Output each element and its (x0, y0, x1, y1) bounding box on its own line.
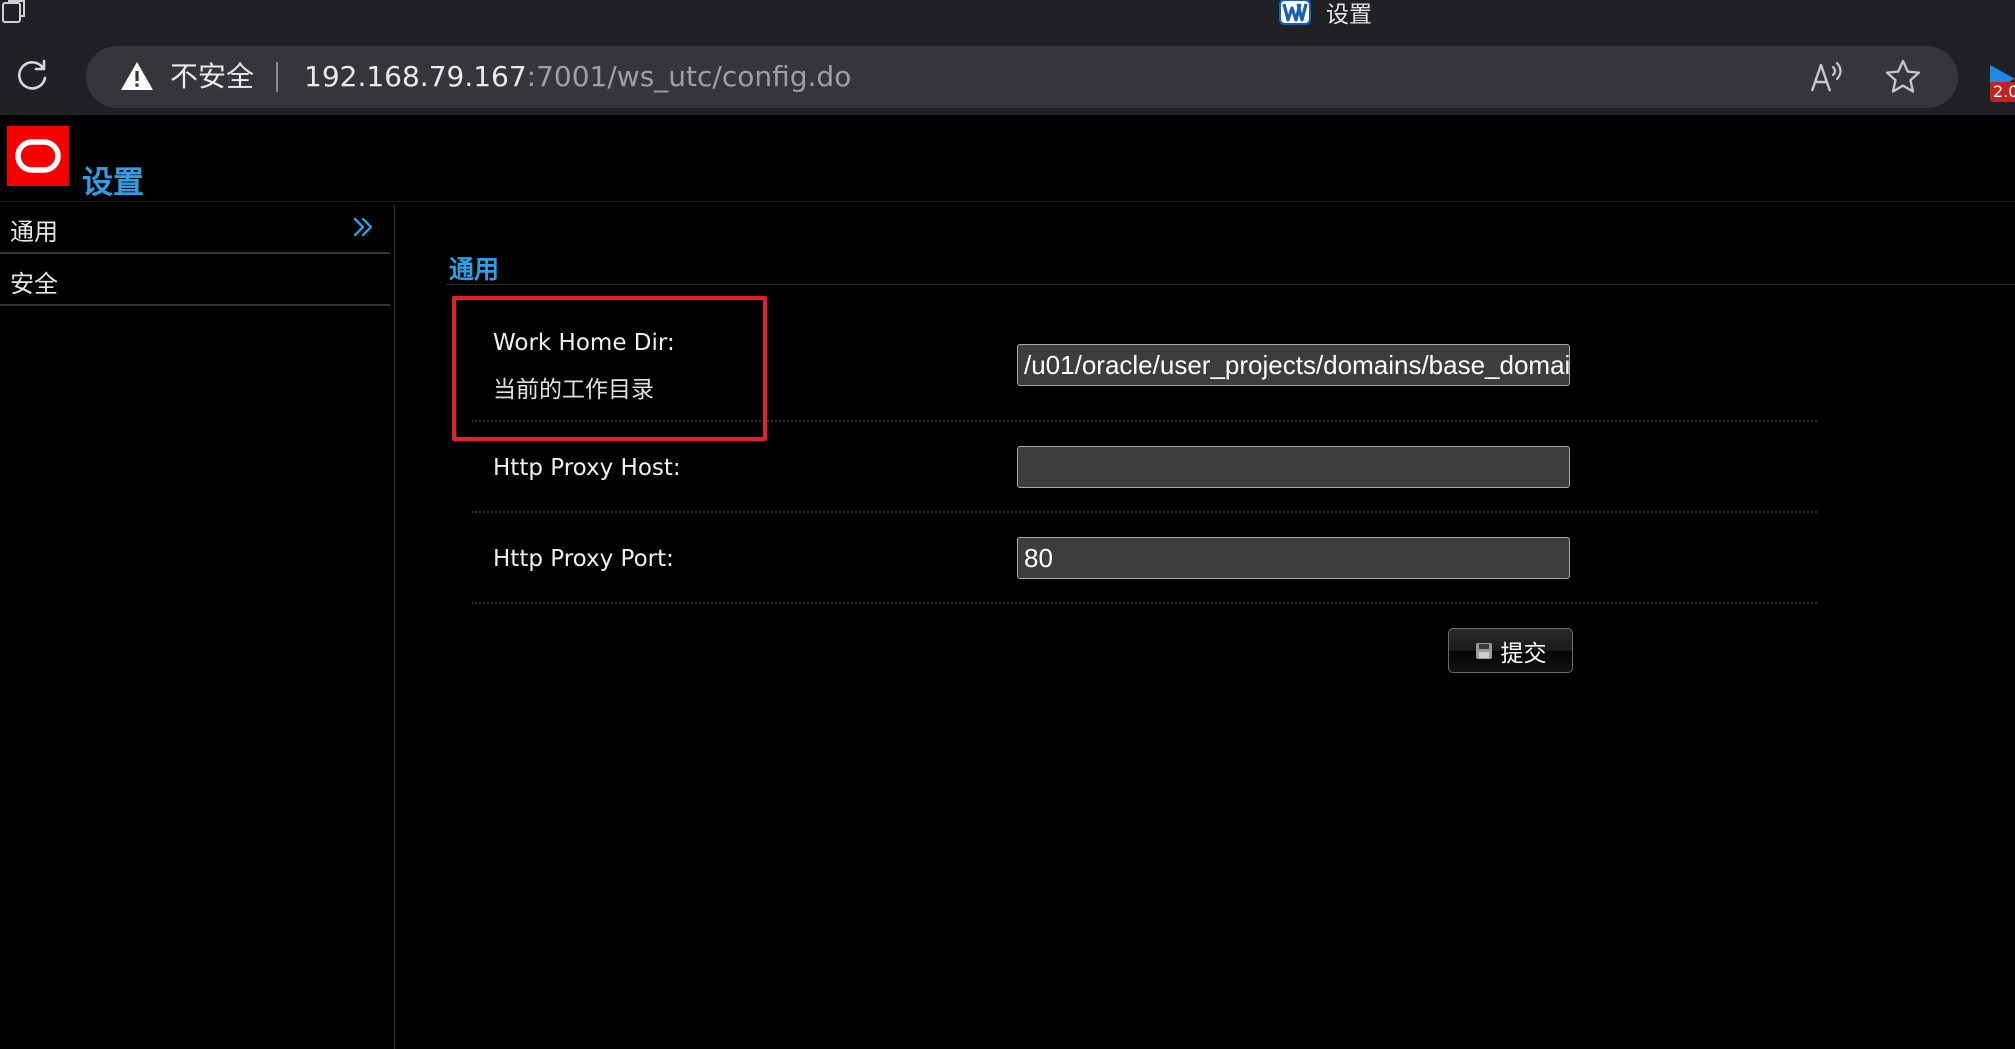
read-aloud-icon[interactable] (1808, 59, 1848, 95)
app-header: 设置 (0, 115, 2015, 201)
save-icon (1475, 642, 1492, 659)
double-chevron-right-icon[interactable] (352, 216, 374, 238)
window-title: 设置 (1278, 0, 1372, 28)
browser-toolbar: 不安全 192.168.79.167:7001/ws_utc/config.do (0, 33, 2015, 115)
http-proxy-port-label: Http Proxy Port: (493, 546, 674, 572)
oracle-logo-icon (7, 126, 69, 186)
page: 设置 不安全 192.168.79.167:7001/ws_utc/config… (0, 0, 2015, 1049)
annotation-highlight (452, 296, 767, 441)
sidebar-item-label: 通用 (10, 218, 58, 246)
address-bar[interactable]: 不安全 192.168.79.167:7001/ws_utc/config.do (86, 46, 1958, 108)
section-title: 通用 (449, 255, 500, 284)
http-proxy-port-input[interactable]: 80 (1017, 537, 1570, 579)
address-divider (276, 62, 278, 92)
row-divider (472, 511, 1817, 513)
sidebar: 通用 安全 (0, 202, 392, 1049)
panel-splitter[interactable] (394, 205, 395, 1049)
page-title: 设置 (82, 165, 144, 201)
reload-icon[interactable] (12, 56, 52, 96)
tab-actions-icon[interactable] (0, 0, 30, 24)
row-divider (472, 602, 1817, 604)
http-proxy-host-label: Http Proxy Host: (493, 455, 681, 481)
warning-icon[interactable] (120, 60, 154, 92)
submit-button-label: 提交 (1500, 640, 1547, 667)
url-host: 192.168.79.167 (304, 60, 527, 93)
weblogic-favicon-icon (1279, 0, 1311, 25)
browser-titlebar: 设置 (0, 0, 2015, 33)
http-proxy-host-input[interactable] (1017, 446, 1570, 488)
sidebar-item-label: 安全 (10, 270, 58, 298)
section-divider (446, 284, 2015, 285)
window-title-text: 设置 (1326, 2, 1372, 28)
security-status-label[interactable]: 不安全 (170, 60, 254, 94)
sidebar-item-security[interactable]: 安全 (0, 254, 390, 306)
url-text[interactable]: 192.168.79.167:7001/ws_utc/config.do (304, 60, 851, 94)
extension-badge: 2.0 (1990, 82, 2015, 102)
sidebar-item-general[interactable]: 通用 (0, 202, 390, 254)
work-home-dir-input[interactable]: /u01/oracle/user_projects/domains/base_d… (1017, 344, 1570, 386)
url-path: :7001/ws_utc/config.do (526, 60, 852, 93)
star-icon[interactable] (1884, 58, 1922, 96)
submit-button[interactable]: 提交 (1448, 628, 1573, 673)
